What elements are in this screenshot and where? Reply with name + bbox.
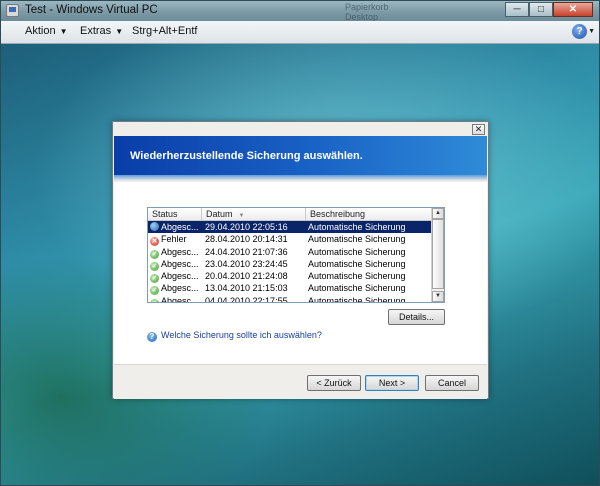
description-cell: Automatische Sicherung [308, 234, 406, 245]
column-status[interactable]: Status [148, 208, 202, 220]
status-cell: ✓Abgesc... [150, 271, 199, 284]
cancel-button[interactable]: Cancel [425, 375, 479, 391]
dialog-heading: Wiederherzustellende Sicherung auswählen… [130, 150, 363, 162]
checkmark-icon: ✓ [150, 298, 159, 302]
help-link[interactable]: ? Welche Sicherung sollte ich auswählen? [147, 330, 322, 342]
column-date[interactable]: Datum ▼ [202, 208, 306, 220]
date-cell: 24.04.2010 21:07:36 [205, 246, 288, 257]
status-cell: Abgesc... [150, 221, 201, 233]
menu-extras[interactable]: Extras ▼ [80, 25, 123, 37]
description-cell: Automatische Sicherung [308, 295, 406, 303]
column-description[interactable]: Beschreibung [306, 208, 432, 220]
dialog-footer: < Zurück Next > Cancel [114, 364, 487, 399]
maximize-icon: □ [537, 4, 545, 15]
chevron-down-icon[interactable]: ▼ [588, 28, 595, 35]
date-cell: 29.04.2010 22:05:16 [205, 222, 288, 232]
list-item[interactable]: ✓ Abgesc... 13.04.2010 21:15:03 Automatisch… [148, 282, 432, 296]
status-cell: ✓Abgesc... [150, 246, 199, 259]
restore-dialog: ✕ Wiederherzustellende Sicherung auswähl… [112, 121, 489, 399]
info-icon [150, 222, 159, 231]
menu-ctrl-alt-del[interactable]: Strg+Alt+Entf [132, 25, 197, 37]
status-cell: ✓Abgesc... [150, 295, 201, 302]
status-cell: ✓Abgesc... [150, 283, 199, 296]
minimize-button[interactable]: ─ [505, 2, 529, 17]
list-item[interactable]: ✓ Abgesc... 23.04.2010 23:24:45 Automatisch… [148, 258, 432, 271]
next-button[interactable]: Next > [365, 375, 419, 391]
dialog-close-button[interactable]: ✕ [472, 124, 485, 135]
status-cell: ✓Abgesc... [150, 258, 199, 271]
help-link-text[interactable]: Welche Sicherung sollte ich auswählen? [161, 330, 322, 340]
list-item[interactable]: ✓ Abgesc... 20.04.2010 21:24:08 Automatisch… [148, 270, 432, 284]
list-item[interactable]: ✓ Abgesc... 24.04.2010 21:07:36 Automatisch… [148, 246, 432, 259]
menu-aktion[interactable]: Aktion ▼ [25, 25, 68, 37]
details-button[interactable]: Details... [388, 309, 445, 325]
backup-list[interactable]: Status Datum ▼ Beschreibung Abgesc... 29.0… [147, 207, 445, 303]
list-rows: Abgesc... 29.04.2010 22:05:16 Automatische… [148, 221, 432, 303]
list-item[interactable]: ✕ Fehler 28.04.2010 20:14:31 Automatische S… [148, 233, 432, 247]
help-icon[interactable]: ? [572, 24, 587, 39]
close-button[interactable]: ✕ [553, 2, 593, 17]
list-scrollbar[interactable]: ▲ ▼ [431, 208, 444, 302]
close-icon: ✕ [568, 4, 578, 15]
date-cell: 20.04.2010 21:24:08 [205, 271, 288, 282]
maximize-button[interactable]: □ [529, 2, 553, 17]
date-cell: 23.04.2010 23:24:45 [205, 258, 288, 269]
background-desktop-text: Papierkorb [345, 2, 389, 12]
chevron-down-icon: ▼ [59, 27, 68, 36]
window-title: Test - Windows Virtual PC [25, 4, 158, 16]
description-cell: Automatische Sicherung [308, 283, 406, 294]
guest-desktop: ✕ Wiederherzustellende Sicherung auswähl… [1, 44, 599, 485]
status-cell: ✕ Fehler [150, 234, 187, 247]
description-cell: Automatische Sicherung [308, 258, 406, 269]
virtual-pc-window: Test - Windows Virtual PC Papierkorb Des… [0, 0, 600, 486]
window-titlebar[interactable]: Test - Windows Virtual PC Papierkorb Des… [1, 1, 599, 22]
scroll-down-icon[interactable]: ▼ [432, 291, 444, 302]
scrollbar-thumb[interactable] [432, 219, 444, 289]
dialog-body: Status Datum ▼ Beschreibung Abgesc... 29.0… [114, 182, 487, 364]
virtual-pc-app-icon [6, 4, 19, 17]
sort-descending-icon: ▼ [238, 213, 245, 219]
description-cell: Automatische Sicherung [308, 222, 406, 232]
date-cell: 04.04.2010 22:17:55 [205, 295, 288, 303]
description-cell: Automatische Sicherung [308, 246, 406, 257]
dialog-header: Wiederherzustellende Sicherung auswählen… [114, 136, 487, 181]
description-cell: Automatische Sicherung [308, 271, 406, 282]
scroll-up-icon[interactable]: ▲ [432, 208, 444, 219]
list-header: Status Datum ▼ Beschreibung [148, 208, 432, 221]
date-cell: 28.04.2010 20:14:31 [205, 234, 288, 245]
window-controls: ─ □ ✕ [505, 2, 593, 17]
chevron-down-icon: ▼ [115, 27, 124, 36]
menu-bar: Aktion ▼ Extras ▼ Strg+Alt+Entf ? ▼ [1, 21, 599, 44]
help-icon: ? [147, 332, 157, 342]
date-cell: 13.04.2010 21:15:03 [205, 283, 288, 294]
back-button[interactable]: < Zurück [307, 375, 361, 391]
minimize-icon: ─ [513, 4, 521, 15]
list-item[interactable]: Abgesc... 29.04.2010 22:05:16 Automatische… [148, 221, 432, 234]
list-item[interactable]: ✓Abgesc... 04.04.2010 22:17:55 Automatisch… [148, 295, 432, 303]
